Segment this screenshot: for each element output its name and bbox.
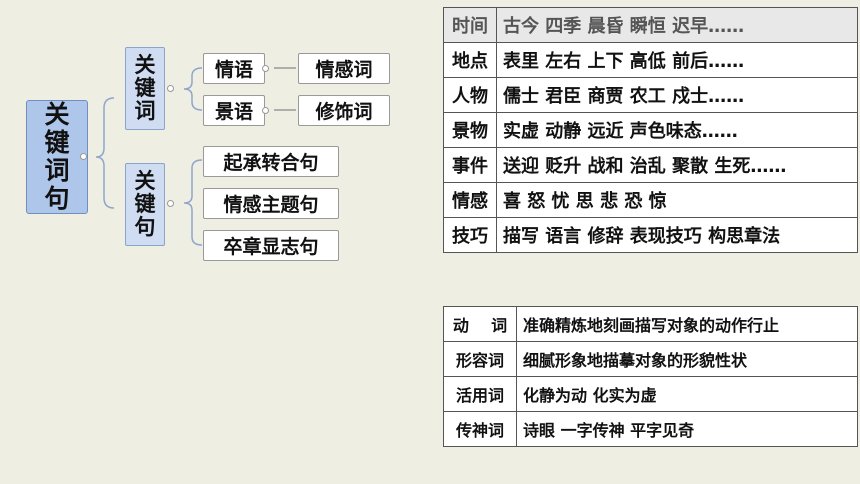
row-header: 动 词	[443, 306, 517, 342]
row-content: 准确精炼地刻画描写对象的动作行止	[516, 306, 858, 342]
keyword-node[interactable]: 关键词	[125, 47, 165, 130]
row-header: 地点	[443, 42, 497, 78]
table-row: 地点 表里 左右 上下 高低 前后……	[443, 42, 858, 78]
key-sentence-node[interactable]: 关键句	[125, 163, 165, 246]
table-row: 活用词 化静为动 化实为虚	[443, 376, 858, 412]
row-header: 人物	[443, 77, 497, 113]
mindmap-leaf-ending-sentence[interactable]: 卒章显志句	[203, 230, 339, 261]
table-row: 传神词 诗眼 一字传神 平字见奇	[443, 411, 858, 447]
mindmap-leaf-qingyu[interactable]: 情语	[203, 53, 265, 84]
row-header: 时间	[443, 7, 497, 43]
category-table: 时间 古今 四季 晨昏 瞬恒 迟早…… 地点 表里 左右 上下 高低 前后…… 人物…	[443, 7, 858, 253]
table-row: 情感喜 怒 忧 思 悲 恐 惊	[443, 182, 858, 218]
row-content: 表里 左右 上下 高低 前后……	[496, 42, 858, 78]
row-content: 描写 语言 修辞 表现技巧 构思章法	[496, 217, 858, 253]
word-type-table: 动 词准确精炼地刻画描写对象的动作行止 形容词 细腻形象地描摹对象的形貌性状 活用…	[443, 306, 858, 447]
row-header: 传神词	[443, 411, 517, 447]
table-row: 景物 实虚 动静 远近 声色味态……	[443, 112, 858, 148]
mindmap-leaf-structure-sentence[interactable]: 起承转合句	[203, 146, 339, 177]
table-row: 动 词准确精炼地刻画描写对象的动作行止	[443, 306, 858, 342]
row-content: 实虚 动静 远近 声色味态……	[496, 112, 858, 148]
root-node[interactable]: 关键词句	[26, 100, 88, 214]
table-row: 事件 送迎 贬升 战和 治乱 聚散 生死……	[443, 147, 858, 183]
row-content: 儒士 君臣 商贾 农工 戍士……	[496, 77, 858, 113]
table-row: 人物 儒士 君臣 商贾 农工 戍士……	[443, 77, 858, 113]
row-content: 细腻形象地描摹对象的形貌性状	[516, 341, 858, 377]
row-content: 送迎 贬升 战和 治乱 聚散 生死……	[496, 147, 858, 183]
table-row: 技巧 描写 语言 修辞 表现技巧 构思章法	[443, 217, 858, 253]
mindmap-leaf-jingyu[interactable]: 景语	[203, 95, 265, 126]
row-content: 化静为动 化实为虚	[516, 376, 858, 412]
row-content: 古今 四季 晨昏 瞬恒 迟早……	[496, 7, 858, 43]
row-header: 技巧	[443, 217, 497, 253]
mindmap-leaf-modifier-word[interactable]: 修饰词	[298, 95, 390, 126]
collapse-toggle[interactable]	[262, 107, 269, 114]
mindmap-leaf-theme-sentence[interactable]: 情感主题句	[203, 188, 339, 219]
collapse-toggle[interactable]	[167, 85, 174, 92]
row-header: 事件	[443, 147, 497, 183]
row-content: 喜 怒 忧 思 悲 恐 惊	[496, 182, 858, 218]
row-header: 景物	[443, 112, 497, 148]
table-row: 形容词 细腻形象地描摹对象的形貌性状	[443, 341, 858, 377]
row-header: 形容词	[443, 341, 517, 377]
collapse-toggle[interactable]	[167, 200, 174, 207]
mindmap-leaf-emotion-word[interactable]: 情感词	[298, 53, 390, 84]
row-content: 诗眼 一字传神 平字见奇	[516, 411, 858, 447]
table-row: 时间 古今 四季 晨昏 瞬恒 迟早……	[443, 7, 858, 43]
row-header: 活用词	[443, 376, 517, 412]
collapse-toggle[interactable]	[262, 65, 269, 72]
collapse-toggle[interactable]	[80, 153, 87, 160]
row-header: 情感	[443, 182, 497, 218]
